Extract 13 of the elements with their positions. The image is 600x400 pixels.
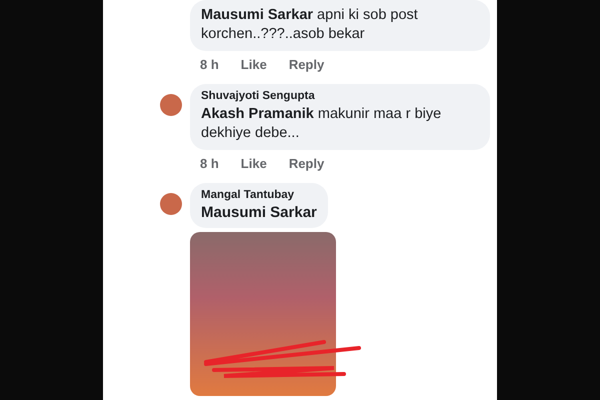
reply-link[interactable]: Reply bbox=[288, 156, 324, 171]
avatar[interactable] bbox=[160, 94, 182, 116]
like-link[interactable]: Like bbox=[240, 57, 267, 72]
like-link[interactable]: Like bbox=[240, 156, 267, 171]
comment-author[interactable]: Shuvajyoti Sengupta bbox=[201, 90, 479, 102]
comment-time: 8 h bbox=[200, 156, 219, 171]
reply-link[interactable]: Reply bbox=[288, 57, 324, 72]
comment-author[interactable]: Mangal Tantubay bbox=[201, 189, 317, 201]
comment-text: Akash Pramanik makunir maa r biye dekhiye debe... bbox=[201, 105, 442, 143]
comment-time: 8 h bbox=[200, 57, 219, 72]
avatar[interactable] bbox=[160, 193, 182, 215]
mention-link[interactable]: Mausumi Sarkar bbox=[201, 204, 317, 221]
comment-text: Mausumi Sarkar apni ki sob post korchen..???..asob bekar bbox=[201, 6, 419, 44]
